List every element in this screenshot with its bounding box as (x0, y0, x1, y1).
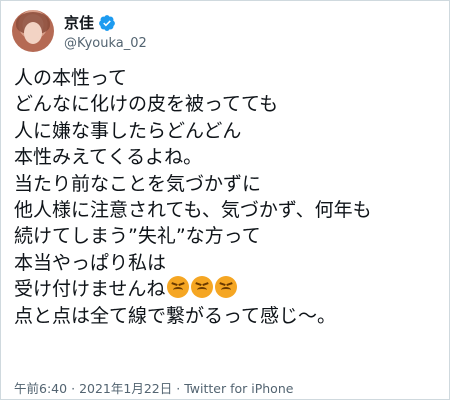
persevering-face-icon (167, 276, 190, 299)
tweet-line: 続けてしまう”失礼”な方って (14, 225, 261, 248)
tweet-line-text: 受け付けませんね (14, 278, 166, 301)
footer-separator: · (176, 381, 181, 396)
tweet-line: 他人様に注意されても、気づかず、何年も (14, 199, 372, 222)
footer-separator: · (71, 381, 76, 396)
tweet-line-with-emoji: 受け付けませんね (14, 276, 444, 302)
tweet-line: どんなに化けの皮を被ってても (14, 93, 279, 116)
tweet-line: 人に嫌な事したらどんどん (14, 119, 242, 142)
name-row: 京佳 (64, 12, 147, 33)
avatar[interactable] (12, 10, 54, 52)
tweet-line: 点と点は全て線で繋がるって感じ〜。 (14, 304, 337, 327)
tweet-footer: 午前6:40 · 2021年1月22日 · Twitter for iPhone (14, 378, 293, 397)
tweet-line: 本性みえてくるよね。 (14, 146, 203, 169)
avatar-face (24, 22, 42, 44)
persevering-face-icon (215, 276, 238, 299)
display-name[interactable]: 京佳 (64, 12, 94, 33)
tweet-date[interactable]: 2021年1月22日 (79, 381, 172, 396)
tweet-header: 京佳 @Kyouka_02 (12, 10, 147, 52)
verified-badge-icon (99, 14, 115, 31)
persevering-face-icon (191, 276, 214, 299)
tweet-time[interactable]: 午前6:40 (14, 381, 67, 396)
tweet-line: 人の本性って (14, 67, 128, 89)
tweet-source[interactable]: Twitter for iPhone (184, 381, 293, 396)
user-handle[interactable]: @Kyouka_02 (64, 36, 147, 51)
tweet-line: 当たり前なことを気づかずに (14, 172, 262, 195)
user-names: 京佳 @Kyouka_02 (64, 12, 147, 51)
tweet-text: 人の本性って どんなに化けの皮を被ってても 人に嫌な事したらどんどん 本性みえて… (14, 65, 444, 329)
tweet-line: 本当やっぱり私は (14, 251, 167, 274)
